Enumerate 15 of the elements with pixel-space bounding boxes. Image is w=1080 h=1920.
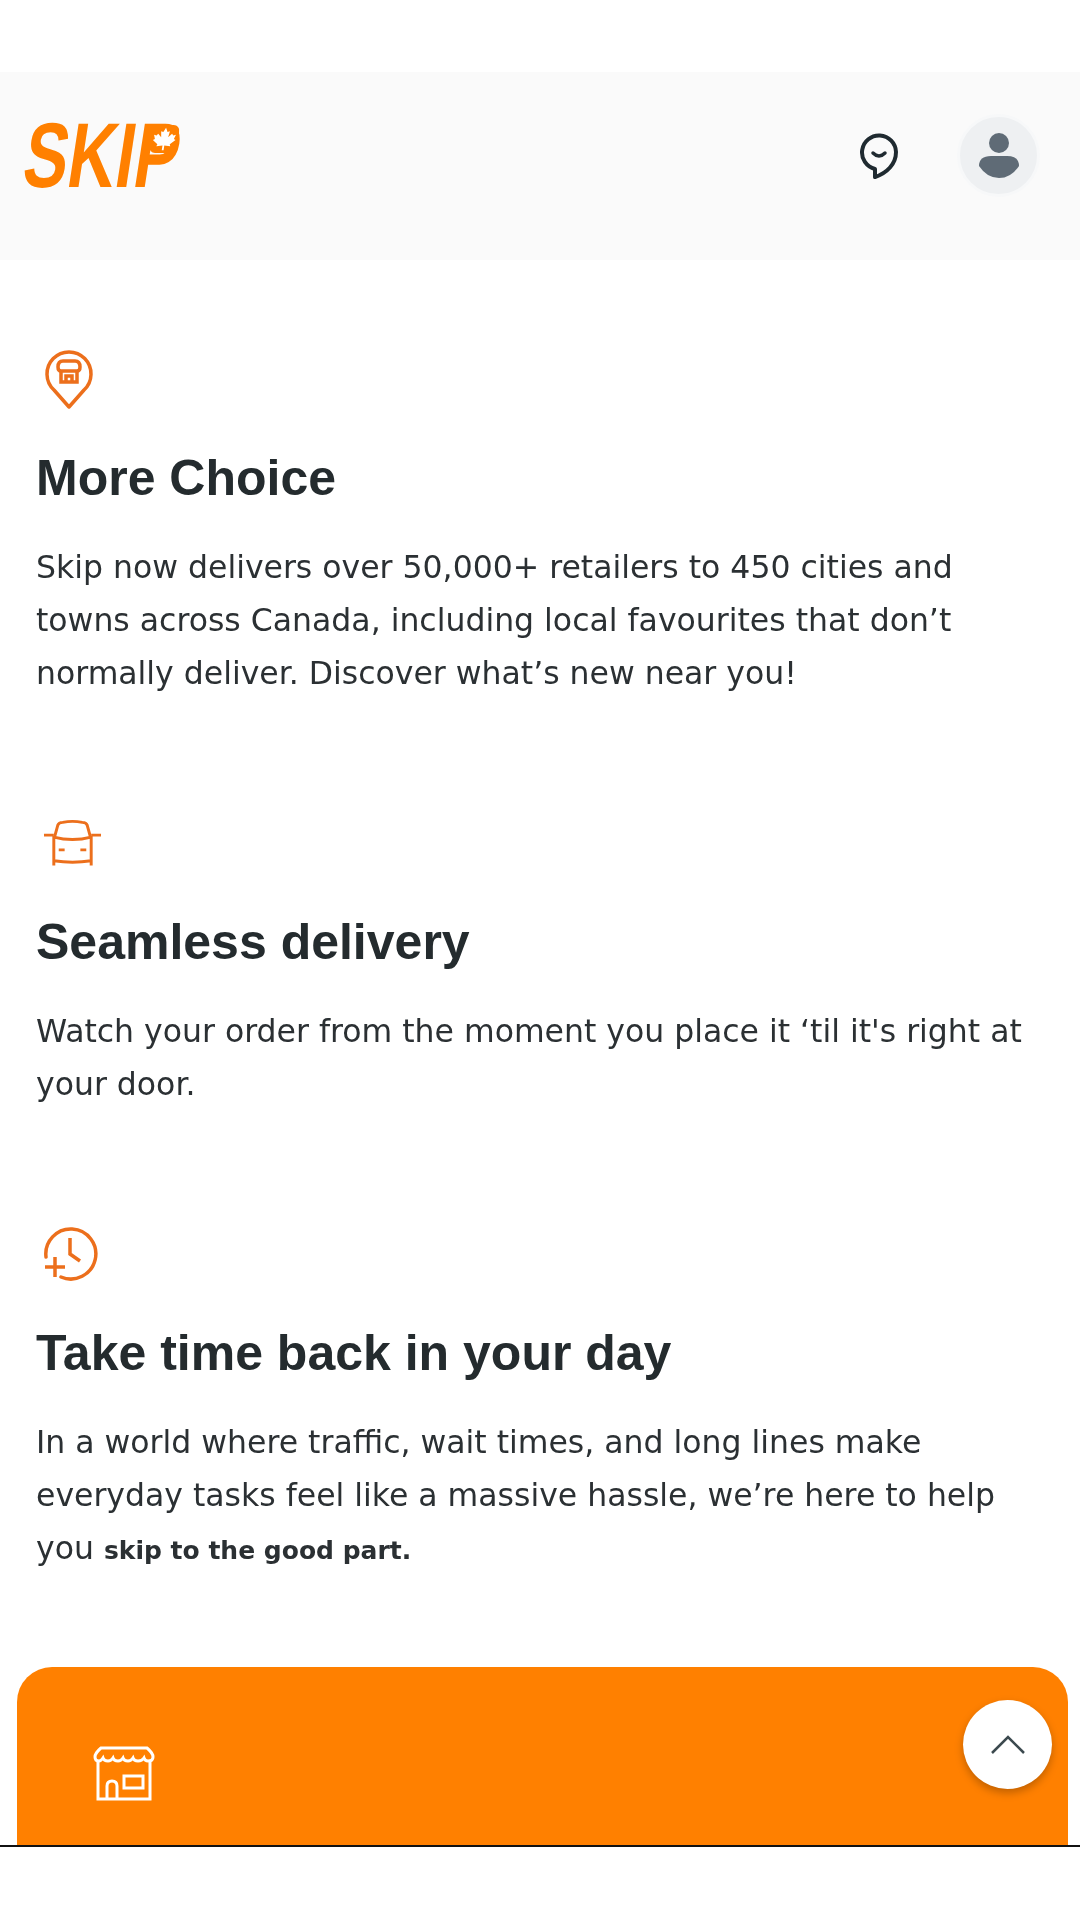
feature-text: Skip now delivers over 50,000+ retailers to 450 cities and towns across Canada, including local favourites that don’t normally deliver. Discover what’s new near you! bbox=[36, 548, 954, 693]
car-icon bbox=[43, 819, 102, 867]
store-pin-icon bbox=[43, 348, 95, 410]
person-icon bbox=[978, 132, 1019, 178]
feature-title: Seamless delivery bbox=[36, 913, 471, 972]
scroll-top-button[interactable] bbox=[963, 1700, 1052, 1789]
clock-plus-icon bbox=[43, 1226, 98, 1282]
feature-text: Watch your order from the moment you place it ‘til it's right at your door. bbox=[36, 1012, 1023, 1104]
maple-leaf-icon bbox=[148, 125, 181, 153]
chevron-up-icon bbox=[990, 1735, 1025, 1754]
feature-text: In a world where traffic, wait times, and long lines make everyday tasks feel like a massive hassle, we’re here to help you skip to the good part. bbox=[36, 1423, 996, 1568]
feature-title: Take time back in your day bbox=[36, 1324, 673, 1383]
chat-icon[interactable] bbox=[857, 131, 901, 179]
storefront-icon bbox=[93, 1746, 155, 1801]
feature-title: More Choice bbox=[36, 449, 338, 508]
